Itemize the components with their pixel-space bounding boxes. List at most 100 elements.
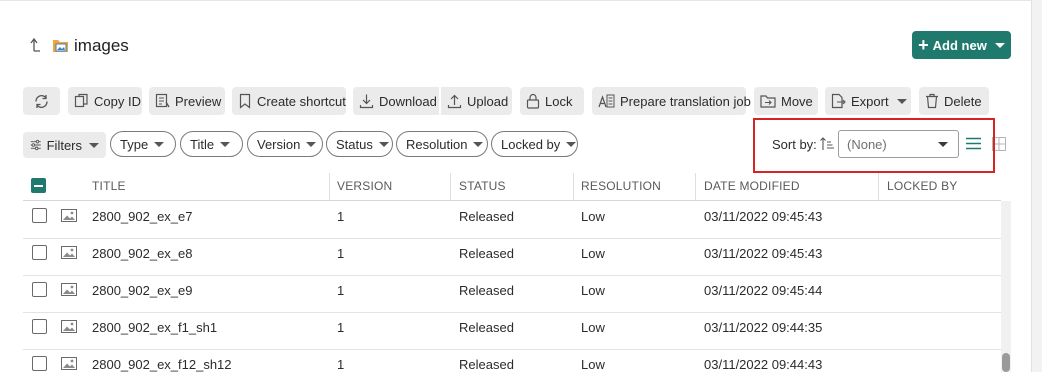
filter-resolution-pill[interactable]: Resolution	[396, 131, 488, 157]
trash-icon	[926, 93, 938, 109]
chevron-down-icon	[896, 98, 907, 104]
filter-version-pill[interactable]: Version	[247, 131, 323, 157]
row-checkbox[interactable]	[32, 208, 47, 223]
row-version: 1	[337, 209, 345, 224]
filters-label: Filters	[46, 137, 82, 153]
row-date-modified: 03/11/2022 09:45:43	[704, 246, 823, 261]
row-status: Released	[459, 320, 514, 335]
row-status: Released	[459, 357, 514, 372]
row-date-modified: 03/11/2022 09:44:35	[704, 320, 823, 335]
filter-pill-label: Resolution	[406, 136, 468, 152]
move-button[interactable]: Move	[754, 87, 818, 115]
table-row[interactable]: 2800_902_ex_f1_sh1 1 Released Low 03/11/…	[23, 312, 1001, 350]
move-folder-icon	[760, 94, 776, 108]
image-folder-icon	[53, 40, 68, 52]
row-checkbox[interactable]	[32, 319, 47, 334]
image-file-icon	[61, 209, 77, 222]
lock-label: Lock	[545, 93, 573, 109]
row-version: 1	[337, 246, 345, 261]
row-resolution: Low	[581, 246, 605, 261]
image-file-icon	[61, 320, 77, 333]
chevron-down-icon	[473, 141, 484, 147]
download-label: Download	[379, 93, 437, 109]
row-date-modified: 03/11/2022 09:45:44	[704, 283, 823, 298]
create-shortcut-button[interactable]: Create shortcut	[232, 87, 346, 115]
row-title[interactable]: 2800_902_ex_f12_sh12	[92, 357, 232, 372]
prepare-translation-job-button[interactable]: Prepare translation job	[592, 87, 751, 115]
row-title[interactable]: 2800_902_ex_e9	[92, 283, 193, 298]
row-status: Released	[459, 283, 514, 298]
row-checkbox[interactable]	[32, 356, 47, 371]
table-row[interactable]: 2800_902_ex_e8 1 Released Low 03/11/2022…	[23, 238, 1001, 276]
column-divider[interactable]	[695, 173, 696, 201]
navigate-up-icon[interactable]	[30, 37, 44, 53]
vertical-scrollbar[interactable]	[1001, 201, 1011, 372]
row-resolution: Low	[581, 320, 605, 335]
table-row[interactable]: 2800_902_ex_e7 1 Released Low 03/11/2022…	[23, 201, 1001, 239]
row-status: Released	[459, 209, 514, 224]
image-file-icon	[61, 357, 77, 370]
table-row[interactable]: 2800_902_ex_f12_sh12 1 Released Low 03/1…	[23, 349, 1001, 372]
prepare-translation-job-label: Prepare translation job	[620, 93, 751, 109]
column-header-date-modified[interactable]: DATE MODIFIED	[704, 179, 800, 193]
filter-status-pill[interactable]: Status	[326, 131, 393, 157]
lock-icon	[526, 93, 540, 109]
row-title[interactable]: 2800_902_ex_f1_sh1	[92, 320, 217, 335]
row-checkbox[interactable]	[32, 245, 47, 260]
filter-type-pill[interactable]: Type	[110, 131, 176, 157]
row-version: 1	[337, 357, 345, 372]
delete-button[interactable]: Delete	[919, 87, 989, 115]
lock-button[interactable]: Lock	[520, 87, 584, 115]
chevron-down-icon	[378, 141, 389, 147]
column-header-status[interactable]: STATUS	[459, 179, 506, 193]
column-divider[interactable]	[329, 173, 330, 201]
plus-icon: +	[918, 35, 929, 55]
chevron-down-icon	[220, 141, 231, 147]
copy-icon	[74, 93, 88, 108]
refresh-icon	[35, 94, 48, 108]
row-status: Released	[459, 246, 514, 261]
copy-id-button[interactable]: Copy ID	[68, 87, 142, 115]
chevron-down-icon	[566, 141, 577, 147]
refresh-button[interactable]	[23, 87, 60, 115]
indeterminate-mark	[34, 184, 43, 187]
column-divider[interactable]	[450, 173, 451, 201]
select-all-checkbox[interactable]	[31, 178, 46, 193]
export-button[interactable]: Export	[825, 87, 911, 115]
scrollbar-thumb[interactable]	[1002, 353, 1010, 372]
filter-title-pill[interactable]: Title	[180, 131, 243, 157]
filters-button[interactable]: Filters	[23, 132, 106, 158]
row-version: 1	[337, 283, 345, 298]
column-divider[interactable]	[878, 173, 879, 201]
create-shortcut-label: Create shortcut	[257, 93, 346, 109]
column-header-resolution[interactable]: RESOLUTION	[581, 179, 661, 193]
download-icon	[359, 94, 374, 109]
add-new-button[interactable]: + Add new	[912, 31, 1011, 59]
table-body: 2800_902_ex_e7 1 Released Low 03/11/2022…	[23, 201, 1001, 372]
add-new-label: Add new	[932, 37, 987, 53]
sliders-icon	[30, 139, 41, 151]
upload-icon	[447, 94, 462, 109]
chevron-down-icon	[89, 142, 99, 148]
column-divider[interactable]	[573, 173, 574, 201]
preview-icon	[155, 93, 170, 108]
download-button[interactable]: Download	[353, 87, 439, 115]
row-checkbox[interactable]	[32, 282, 47, 297]
column-header-locked-by[interactable]: LOCKED BY	[887, 179, 958, 193]
filter-pill-label: Version	[257, 136, 301, 152]
upload-button[interactable]: Upload	[441, 87, 512, 115]
table-row[interactable]: 2800_902_ex_e9 1 Released Low 03/11/2022…	[23, 275, 1001, 313]
column-header-title[interactable]: TITLE	[92, 179, 126, 193]
row-title[interactable]: 2800_902_ex_e8	[92, 246, 193, 261]
copy-id-label: Copy ID	[94, 93, 141, 109]
row-date-modified: 03/11/2022 09:45:43	[704, 209, 823, 224]
filter-locked-by-pill[interactable]: Locked by	[491, 131, 578, 157]
upload-label: Upload	[467, 93, 509, 109]
row-version: 1	[337, 320, 345, 335]
preview-label: Preview	[175, 93, 222, 109]
column-header-version[interactable]: VERSION	[337, 179, 392, 193]
bookmark-icon	[239, 93, 251, 109]
row-title[interactable]: 2800_902_ex_e7	[92, 209, 193, 224]
preview-button[interactable]: Preview	[149, 87, 225, 115]
filter-pill-label: Locked by	[501, 136, 561, 152]
